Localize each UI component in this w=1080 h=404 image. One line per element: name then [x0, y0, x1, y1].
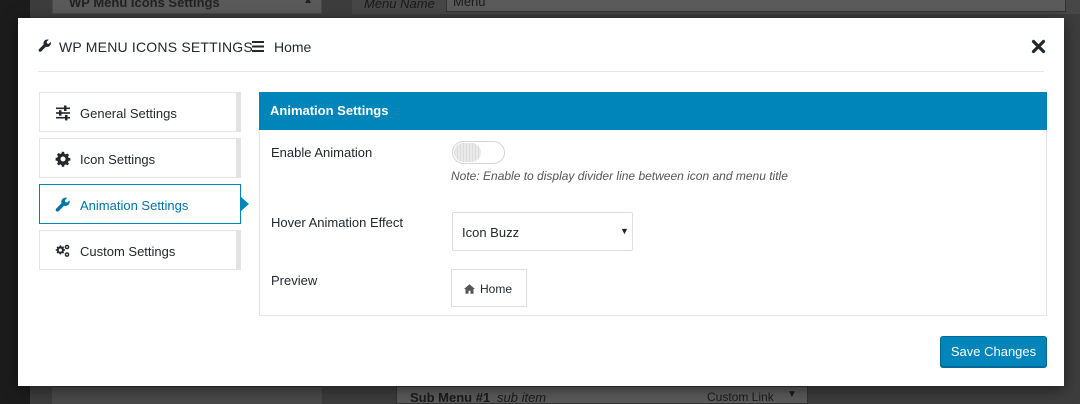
toggle-knob [454, 143, 481, 162]
bg-menu-name-input: Menu [446, 0, 1066, 12]
settings-modal: WP MENU ICONS SETTINGS Home General Sett… [18, 18, 1064, 386]
wrench-icon [38, 39, 51, 52]
header-divider [38, 71, 1044, 72]
bg-settings-box: WP Menu Icons Settings ▲ [52, 0, 322, 14]
save-changes-button[interactable]: Save Changes [940, 336, 1047, 367]
breadcrumb-home[interactable]: Home [274, 39, 311, 55]
modal-title: WP MENU ICONS SETTINGS [59, 39, 253, 55]
sidebar-item-animation-settings[interactable]: Animation Settings [39, 184, 249, 224]
preview-label: Preview [271, 273, 318, 288]
enable-animation-note: Note: Enable to display divider line bet… [451, 169, 788, 183]
bg-caret-up-icon: ▲ [303, 0, 313, 6]
hover-effect-value: Icon Buzz [462, 225, 520, 240]
preview-box: Home [451, 269, 527, 307]
sidebar-item-general-settings[interactable]: General Settings [39, 92, 241, 132]
bg-caret-down-icon: ▼ [787, 389, 797, 400]
bg-menu-item-subtitle: sub item [497, 390, 547, 404]
bg-menu-item: Sub Menu #1 sub item Custom Link ▼ [396, 386, 808, 404]
sliders-icon [56, 105, 70, 121]
bg-menu-item-title: Sub Menu #1 [410, 390, 491, 404]
gears-icon [55, 244, 70, 257]
hover-effect-select[interactable]: Icon Buzz ▼ [452, 212, 633, 251]
modal-header: WP MENU ICONS SETTINGS Home [18, 18, 1064, 72]
bg-menu-name-label: Menu Name [364, 0, 435, 11]
sidebar-item-label: General Settings [80, 106, 177, 121]
chevron-down-icon: ▼ [620, 226, 629, 236]
bg-bottom-left-box [52, 386, 322, 404]
enable-animation-toggle[interactable] [452, 141, 505, 164]
preview-text: Home [480, 282, 513, 296]
panel-heading: Animation Settings [259, 92, 1047, 130]
bg-menu-item-type: Custom Link [707, 390, 774, 404]
sidebar-item-icon-settings[interactable]: Icon Settings [39, 138, 241, 178]
sidebar-item-label: Icon Settings [80, 152, 156, 167]
close-icon[interactable] [1031, 39, 1046, 54]
home-icon [464, 284, 475, 294]
enable-animation-label: Enable Animation [271, 145, 373, 160]
animation-settings-panel: Animation Settings Enable Animation Note… [259, 92, 1047, 316]
sidebar-item-label: Custom Settings [80, 244, 176, 259]
hamburger-icon [252, 41, 264, 52]
active-indicator-arrow [241, 197, 249, 211]
hover-effect-label: Hover Animation Effect [271, 215, 403, 230]
wrench-icon [55, 197, 70, 212]
sidebar-item-custom-settings[interactable]: Custom Settings [39, 230, 241, 270]
bg-menu-name-row: Menu Name Menu [352, 0, 1080, 14]
bg-settings-box-title: WP Menu Icons Settings [69, 0, 220, 10]
gear-icon [55, 151, 71, 167]
sidebar-item-label: Animation Settings [80, 198, 189, 213]
